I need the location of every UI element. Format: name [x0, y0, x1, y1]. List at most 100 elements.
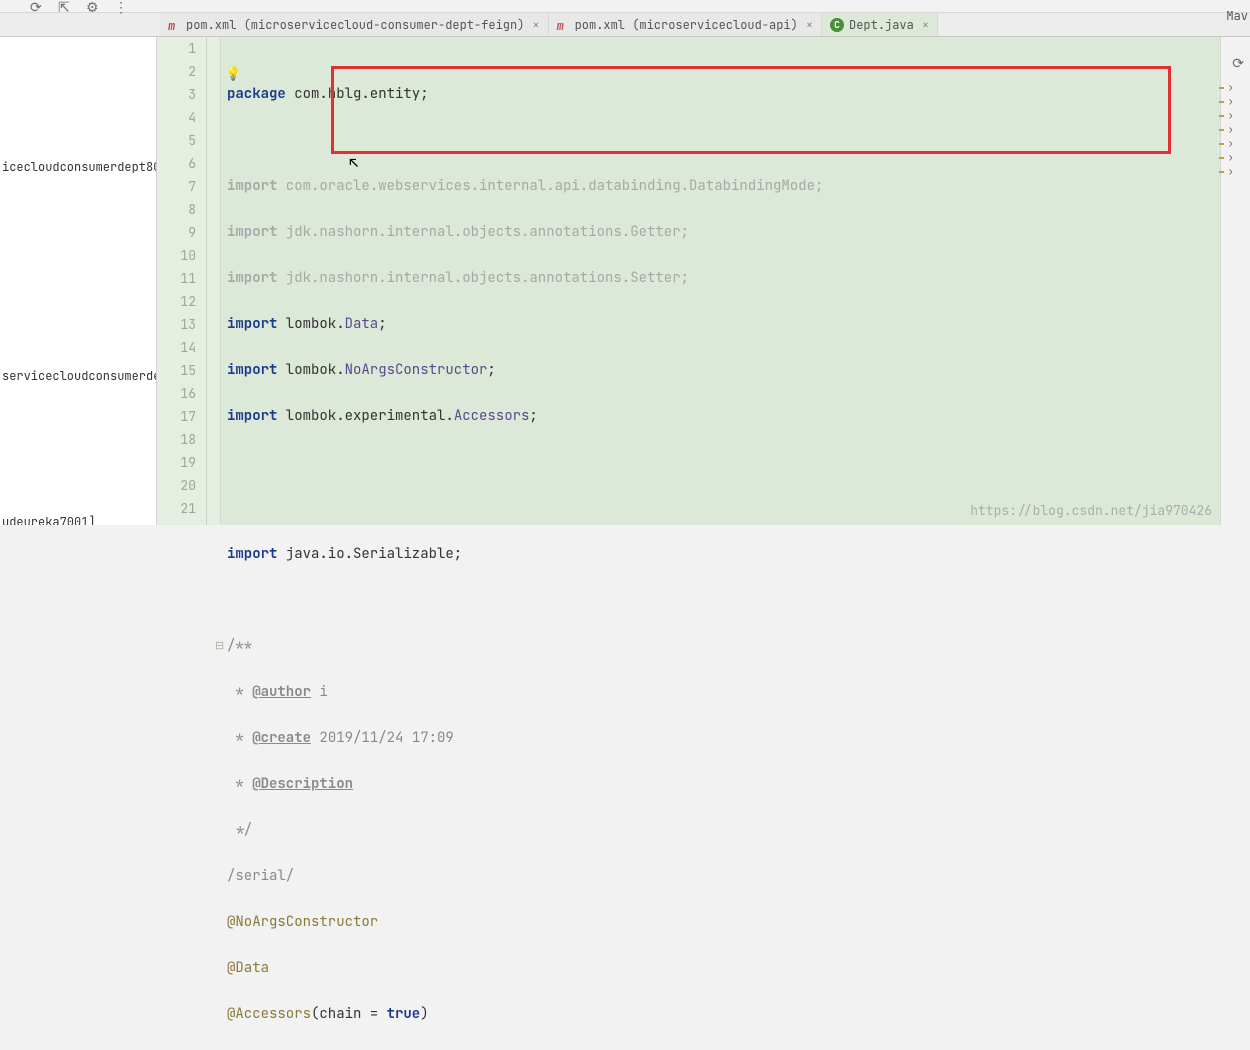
warning-marker[interactable]: › — [1219, 151, 1234, 164]
text: lombok. — [277, 361, 344, 379]
line-number: 17 — [157, 405, 196, 428]
warning-marker[interactable]: › — [1219, 81, 1234, 94]
import-path: java.io.Serializable; — [277, 545, 462, 563]
tab-pom-consumer-feign[interactable]: m pom.xml (microservicecloud-consumer-de… — [160, 13, 549, 36]
class-icon: C — [830, 18, 844, 32]
tab-dept-java[interactable]: C Dept.java × — [822, 13, 938, 36]
doc-tag: @Description — [252, 775, 353, 793]
line-number: 3 — [157, 83, 196, 106]
gutter: 123456789101112131415161718192021 — [157, 37, 207, 525]
keyword: import — [227, 269, 277, 287]
line-number: 11 — [157, 267, 196, 290]
warning-marker[interactable]: › — [1219, 109, 1234, 122]
comment: * — [227, 683, 252, 701]
comment: i — [311, 683, 328, 701]
text: ; — [378, 315, 386, 333]
keyword: import — [227, 407, 277, 425]
text: lombok. — [277, 315, 344, 333]
tree-item[interactable]: servicecloudconsumerdept — [0, 364, 157, 388]
tab-label: pom.xml (microservicecloud-consumer-dept… — [186, 17, 524, 33]
right-rail: Mav ⟳ › › › › › › › — [1220, 37, 1250, 525]
keyword: import — [227, 545, 277, 563]
code-area[interactable]: 💡 package com.hblg.entity; import com.or… — [221, 37, 1220, 525]
text: ; — [487, 361, 495, 379]
tree-item[interactable]: icecloudconsumerdept80 — [0, 155, 157, 179]
comment: */ — [227, 821, 252, 839]
package-path: com.hblg.entity; — [286, 85, 429, 103]
settings-icon[interactable]: ⚙ — [86, 0, 100, 13]
maven-icon: m — [168, 18, 181, 31]
text: (chain = — [311, 1005, 387, 1023]
warning-marker[interactable]: › — [1219, 123, 1234, 136]
line-number: 10 — [157, 244, 196, 267]
line-number: 1 — [157, 37, 196, 60]
comment: 2019/11/24 17:09 — [311, 729, 454, 747]
comment: /serial/ — [227, 867, 294, 885]
import-path: jdk.nashorn.internal.objects.annotations… — [277, 269, 689, 287]
keyword: import — [227, 223, 277, 241]
editor[interactable]: 123456789101112131415161718192021 💡 pack… — [157, 37, 1220, 525]
line-number: 16 — [157, 382, 196, 405]
annotation: @Data — [227, 959, 269, 977]
intention-bulb-icon[interactable]: 💡 — [225, 62, 241, 85]
import-path: com.oracle.webservices.internal.api.data… — [277, 177, 823, 195]
collapse-icon[interactable]: ⇱ — [58, 0, 72, 13]
text: lombok.experimental. — [277, 407, 453, 425]
class-name: Data — [345, 315, 379, 333]
close-icon[interactable]: × — [803, 17, 813, 33]
watermark: https://blog.csdn.net/jia970426 — [970, 502, 1212, 519]
comment: * — [227, 729, 252, 747]
line-number: 5 — [157, 129, 196, 152]
keyword: import — [227, 361, 277, 379]
line-number: 20 — [157, 474, 196, 497]
line-number: 18 — [157, 428, 196, 451]
line-number: 6 — [157, 152, 196, 175]
doc-tag: @create — [252, 729, 311, 747]
maven-icon: m — [557, 18, 570, 31]
warning-marker[interactable]: › — [1219, 165, 1234, 178]
keyword: package — [227, 85, 286, 103]
comment: /** — [227, 637, 252, 655]
sync-icon[interactable]: ⟳ — [30, 0, 44, 13]
line-number: 8 — [157, 198, 196, 221]
comment: * — [227, 775, 252, 793]
menu-icon[interactable]: ⋮ — [114, 0, 128, 13]
doc-tag: @author — [252, 683, 311, 701]
import-path: jdk.nashorn.internal.objects.annotations… — [277, 223, 689, 241]
fold-icon[interactable]: ⊟ — [215, 635, 224, 658]
tree-item[interactable]: udeureka7001] — [0, 510, 98, 525]
main-area: icecloudconsumerdept80 servicecloudconsu… — [0, 37, 1250, 525]
keyword: import — [227, 315, 277, 333]
line-number: 9 — [157, 221, 196, 244]
tab-label: pom.xml (microservicecloud-api) — [575, 17, 798, 33]
tab-pom-api[interactable]: m pom.xml (microservicecloud-api) × — [549, 13, 822, 36]
keyword: import — [227, 177, 277, 195]
tabs-bar: m pom.xml (microservicecloud-consumer-de… — [0, 13, 1250, 37]
line-number: 12 — [157, 290, 196, 313]
refresh-icon[interactable]: ⟳ — [1232, 55, 1244, 73]
line-number: 7 — [157, 175, 196, 198]
line-number: 2 — [157, 60, 196, 83]
line-number: 4 — [157, 106, 196, 129]
annotation: @Accessors — [227, 1005, 311, 1023]
line-number: 13 — [157, 313, 196, 336]
text: ; — [529, 407, 537, 425]
annotation: @NoArgsConstructor — [227, 913, 378, 931]
text: ) — [420, 1005, 428, 1023]
line-number: 14 — [157, 336, 196, 359]
line-number: 19 — [157, 451, 196, 474]
line-number: 21 — [157, 497, 196, 520]
close-icon[interactable]: × — [919, 17, 929, 33]
class-name: NoArgsConstructor — [345, 361, 488, 379]
boolean: true — [387, 1005, 421, 1023]
gutter-marks — [207, 37, 221, 525]
project-tree[interactable]: icecloudconsumerdept80 servicecloudconsu… — [0, 37, 157, 525]
line-number: 15 — [157, 359, 196, 382]
tab-label: Dept.java — [849, 17, 914, 33]
warning-marker[interactable]: › — [1219, 95, 1234, 108]
close-icon[interactable]: × — [529, 17, 539, 33]
warning-marker[interactable]: › — [1219, 137, 1234, 150]
maven-panel-label[interactable]: Mav — [1226, 8, 1248, 24]
class-name: Accessors — [454, 407, 530, 425]
marker-column: › › › › › › › — [1219, 81, 1234, 178]
